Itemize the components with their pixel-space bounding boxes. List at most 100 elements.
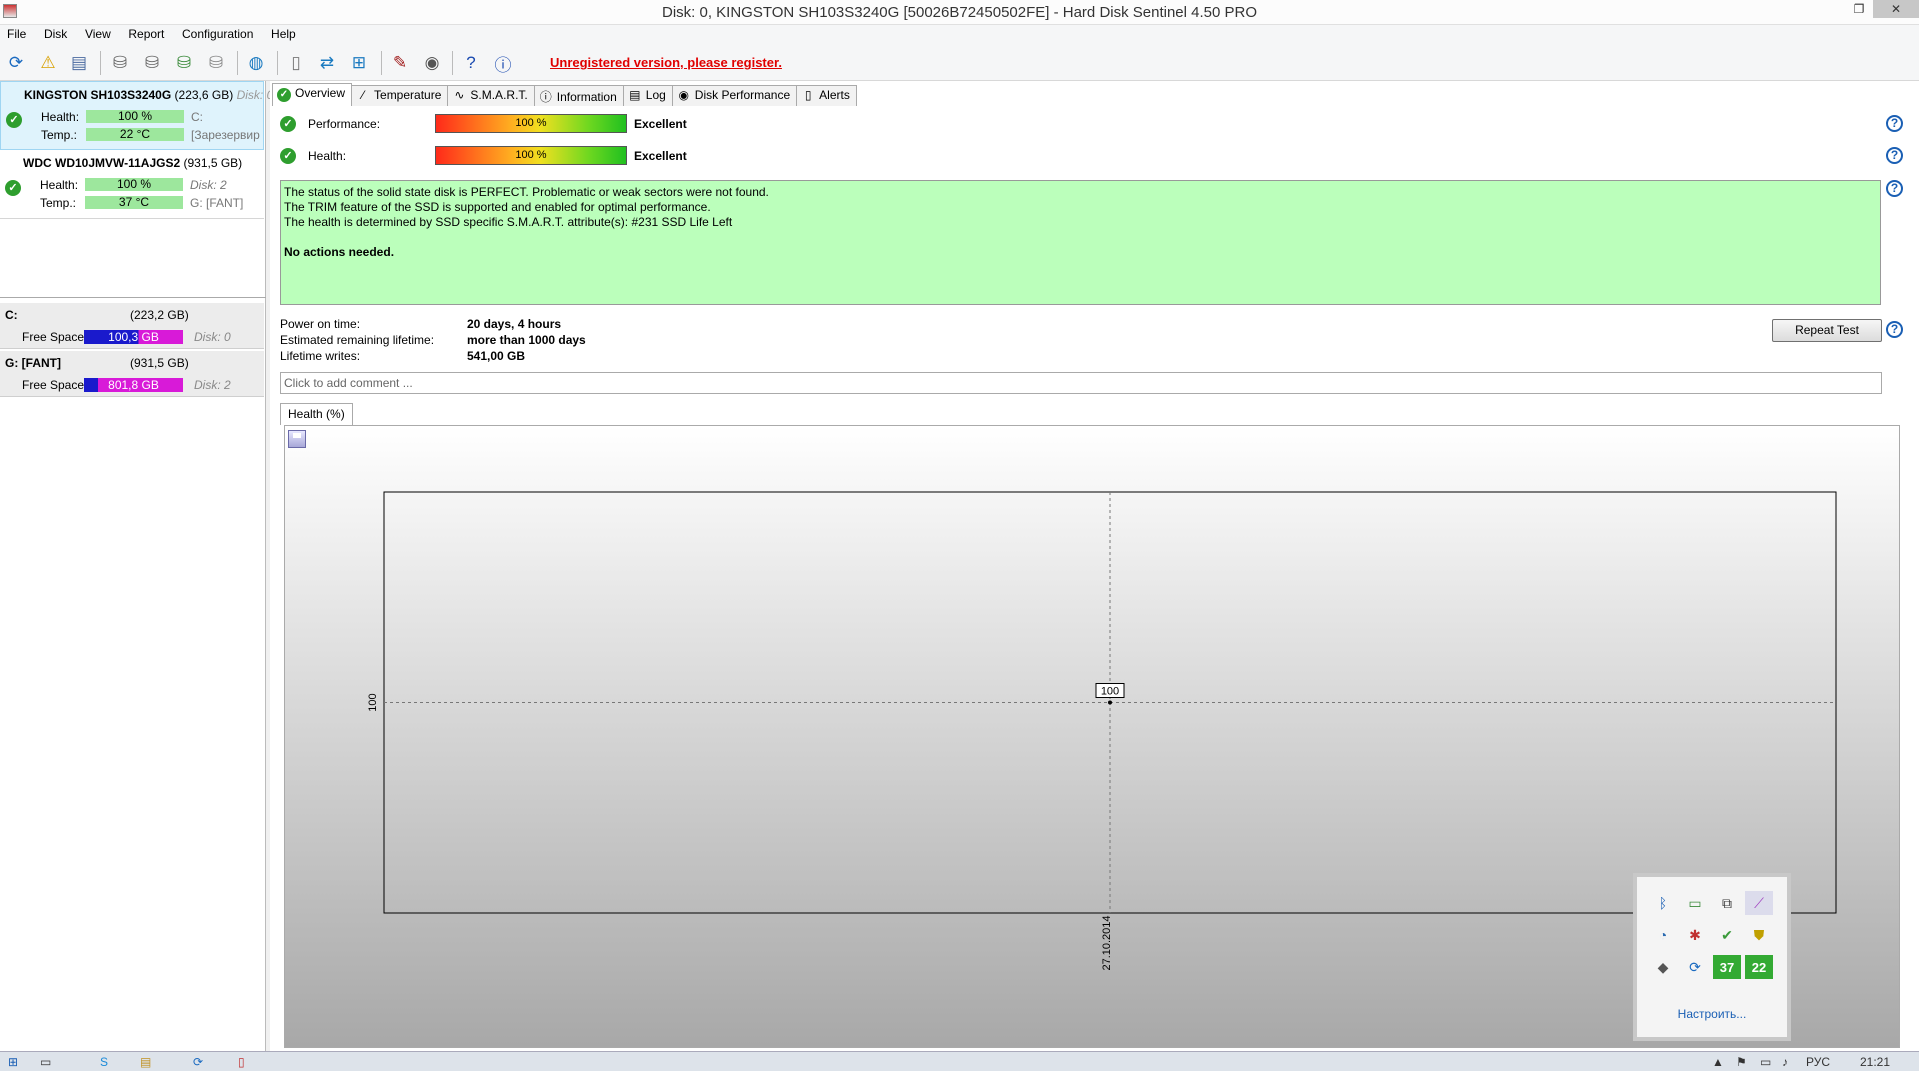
info-icon[interactable]: ⓘ [490, 50, 516, 76]
disk-item[interactable]: WDC WD10JMVW-11AJGS2 (931,5 GB) ✓ Health… [0, 150, 264, 219]
comment-field[interactable]: Click to add comment ... [280, 372, 1882, 394]
volume-disk: Disk: 2 [194, 378, 231, 392]
globe-icon[interactable]: ◍ [243, 50, 269, 76]
bluetooth-icon[interactable]: ᛒ [1649, 891, 1677, 915]
gauge-icon: ◉ [678, 88, 690, 102]
start-icon[interactable]: ⊞ [8, 1053, 18, 1071]
menu-help[interactable]: Help [264, 25, 303, 43]
health-label: Health: [41, 110, 80, 124]
volume-size: (223,2 GB) [130, 308, 189, 322]
menu-view[interactable]: View [78, 25, 118, 43]
x-tick-label: 27.10.2014 [1101, 915, 1113, 970]
disk-partition: G: [FANT] [190, 196, 244, 210]
pen-icon[interactable]: ⟋ [1745, 891, 1773, 915]
bug-icon[interactable]: ✱ [1681, 923, 1709, 947]
diamond-icon[interactable]: ◆ [1649, 955, 1677, 979]
clock[interactable]: 21:21 [1860, 1053, 1890, 1071]
sync-app-icon[interactable]: ⟳ [193, 1053, 203, 1071]
disk-icon[interactable]: ⛁ [203, 50, 229, 76]
tools-icon[interactable]: ✎ [387, 50, 413, 76]
disk-temp-indicator[interactable]: 37 [1713, 955, 1741, 979]
tab-overview[interactable]: ✓ Overview [272, 83, 353, 106]
folder-icon[interactable]: ▤ [140, 1053, 151, 1071]
unregistered-link[interactable]: Unregistered version, please register. [550, 55, 782, 70]
disk-temp-indicator[interactable]: 22 [1745, 955, 1773, 979]
volume-name: G: [FANT] [5, 356, 61, 370]
refresh-icon[interactable]: ⟳ [3, 50, 29, 76]
status-box: The status of the solid state disk is PE… [280, 180, 1881, 305]
menu-report[interactable]: Report [121, 25, 171, 43]
menu-file[interactable]: File [0, 25, 33, 43]
volume-size: (931,5 GB) [130, 356, 189, 370]
help-icon[interactable]: ? [1886, 115, 1903, 132]
performance-rating: Excellent [634, 117, 687, 131]
tab-log[interactable]: ▤ Log [622, 85, 673, 106]
help-icon[interactable]: ? [1886, 321, 1903, 338]
help-icon[interactable]: ? [1886, 147, 1903, 164]
volume-item[interactable]: C: (223,2 GB) Free Space 100,3 GB Disk: … [0, 303, 264, 349]
tab-temperature[interactable]: ⁄ Temperature [351, 85, 449, 106]
display-icon[interactable]: ▭ [1760, 1053, 1771, 1071]
check-icon: ✓ [280, 148, 296, 164]
check-icon: ✓ [280, 116, 296, 132]
check-icon[interactable]: ✔ [1713, 923, 1741, 947]
restore-button[interactable]: ❐ [1845, 0, 1873, 18]
disk-item[interactable]: KINGSTON SH103S3240G (223,6 GB) Disk: 0 … [0, 81, 273, 150]
health-bar: 100 % [85, 178, 183, 191]
skype-icon[interactable]: S [100, 1053, 108, 1071]
data-label: 100 [1101, 686, 1119, 698]
close-button[interactable]: ✕ [1873, 0, 1919, 18]
customize-link[interactable]: Настроить... [1637, 1007, 1787, 1021]
info-icon: ⓘ [539, 90, 552, 104]
tab-bar: ✓ Overview ⁄ Temperature ∿ S.M.A.R.T. ⓘ Informa… [272, 83, 857, 106]
volume-item[interactable]: G: [FANT] (931,5 GB) Free Space 801,8 GB… [0, 351, 264, 397]
sync-icon[interactable]: ⇄ [314, 50, 340, 76]
explorer-icon[interactable]: ▭ [40, 1053, 51, 1071]
disk-icon[interactable]: ⛁ [139, 50, 165, 76]
free-space-label: Free Space [22, 330, 85, 344]
disk-name: KINGSTON SH103S3240G [24, 88, 172, 102]
language-indicator[interactable]: РУС [1806, 1053, 1830, 1071]
app-icon[interactable]: ▯ [238, 1053, 245, 1071]
volume-icon[interactable]: ♪ [1782, 1053, 1788, 1071]
document-icon[interactable]: ▯ [283, 50, 309, 76]
window-icon[interactable]: ⧉ [1713, 891, 1741, 915]
disk-name: WDC WD10JMVW-11AJGS2 [23, 156, 181, 170]
tab-information[interactable]: ⓘ Information [533, 85, 624, 106]
report-icon[interactable]: ▤ [66, 50, 92, 76]
disk-drive-letter: C: [191, 110, 203, 124]
power-on-value: 20 days, 4 hours [467, 317, 562, 331]
shield-icon[interactable]: ⛊ [1745, 923, 1773, 947]
status-ok-icon: ✓ [6, 112, 22, 128]
speaker-icon[interactable]: ◉ [419, 50, 445, 76]
repeat-test-button[interactable]: Repeat Test [1772, 319, 1882, 342]
disk-icon[interactable]: ⛁ [171, 50, 197, 76]
tab-smart[interactable]: ∿ S.M.A.R.T. [447, 85, 535, 106]
network-icon[interactable]: ◔ [1649, 923, 1677, 947]
status-line: The status of the solid state disk is PE… [284, 185, 769, 199]
taskbar: ⊞ ▭ S ▤ ⟳ ▯ ▲ ⚑ ▭ ♪ РУС 21:21 [0, 1051, 1919, 1071]
tray-overflow-popup: ᛒ ▭ ⧉ ⟋ ◔ ✱ ✔ ⛊ ◆ ⟳ 37 22 Настроить... [1633, 873, 1791, 1041]
alerts-icon: ▯ [804, 88, 812, 102]
free-space-bar: 801,8 GB [84, 378, 183, 392]
flag-icon[interactable]: ⚑ [1736, 1053, 1747, 1071]
chart-tab-health[interactable]: Health (%) [280, 403, 353, 425]
usb-icon[interactable]: ▭ [1681, 891, 1709, 915]
tab-alerts[interactable]: ▯ Alerts [796, 85, 857, 106]
menu-disk[interactable]: Disk [37, 25, 74, 43]
lifetime-value: more than 1000 days [467, 333, 586, 347]
free-space-label: Free Space [22, 378, 85, 392]
left-panel: KINGSTON SH103S3240G (223,6 GB) Disk: 0 … [0, 81, 273, 1051]
help-icon[interactable]: ? [1886, 180, 1903, 197]
log-icon: ▤ [629, 88, 641, 102]
help-icon[interactable]: ? [458, 50, 484, 76]
menu-configuration[interactable]: Configuration [175, 25, 260, 43]
network-icon[interactable]: ⊞ [346, 50, 372, 76]
disk-icon[interactable]: ⛁ [107, 50, 133, 76]
tab-disk-performance[interactable]: ◉ Disk Performance [671, 85, 798, 106]
performance-label: Performance: [308, 117, 381, 131]
warning-icon[interactable]: ⚠ [35, 50, 61, 76]
volume-name: C: [5, 308, 18, 322]
tray-up-icon[interactable]: ▲ [1712, 1053, 1724, 1071]
sync-icon[interactable]: ⟳ [1681, 955, 1709, 979]
